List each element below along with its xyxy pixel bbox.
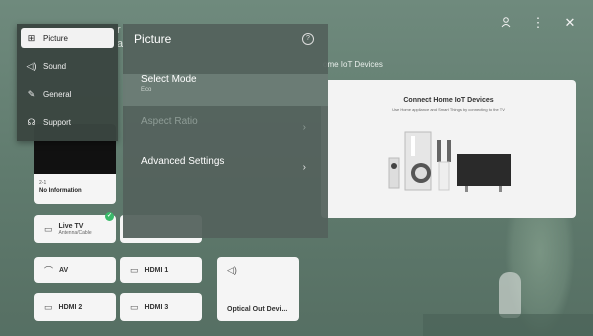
hdmi-icon: ▭ bbox=[130, 301, 139, 312]
hdmi1-tile[interactable]: ▭ HDMI 1 bbox=[120, 257, 202, 283]
wrench-icon: ✎ bbox=[27, 88, 36, 99]
hdmi-icon: ▭ bbox=[130, 264, 139, 275]
live-tv-tile[interactable]: ▭ Live TV Antenna/Cable ✓ bbox=[34, 212, 116, 243]
live-tv-label: Live TV bbox=[58, 222, 84, 230]
tv-icon: ▭ bbox=[44, 223, 53, 234]
menu-item-value: Eco bbox=[141, 87, 152, 93]
category-label: Picture bbox=[43, 33, 68, 43]
live-tv-text: Live TV Antenna/Cable bbox=[59, 223, 92, 236]
close-icon[interactable]: ✕ bbox=[563, 16, 577, 30]
iot-devices-illustration bbox=[388, 131, 511, 192]
support-icon: ☊ bbox=[27, 116, 36, 127]
stand-decor bbox=[423, 314, 593, 336]
hdmi2-label: HDMI 2 bbox=[58, 303, 83, 311]
category-label: General bbox=[43, 89, 72, 99]
optical-out-label: Optical Out Devi... bbox=[227, 306, 288, 313]
menu-item-label: Select Mode bbox=[141, 74, 197, 85]
hdmi2-tile[interactable]: ▭ HDMI 2 bbox=[34, 293, 116, 321]
top-bar: ⋮ ✕ bbox=[499, 16, 577, 30]
speaker-icon: ◁) bbox=[227, 265, 237, 275]
category-item-support[interactable]: ☊ Support bbox=[21, 112, 114, 132]
vase-decor bbox=[499, 272, 521, 318]
optical-out-tile[interactable]: ◁) Optical Out Devi... bbox=[217, 257, 299, 321]
hdmi3-tile[interactable]: ▭ HDMI 3 bbox=[120, 293, 202, 321]
av-icon: ⌒ bbox=[44, 265, 54, 276]
iot-card-title: Connect Home IoT Devices bbox=[403, 97, 494, 104]
live-tv-sublabel: Antenna/Cable bbox=[58, 229, 92, 236]
menu-item-advanced-settings[interactable]: Advanced Settings › bbox=[123, 156, 328, 188]
av-tile[interactable]: ⌒ AV bbox=[34, 257, 116, 283]
category-label: Support bbox=[43, 117, 72, 127]
hdmi-icon: ▭ bbox=[44, 301, 53, 312]
hdmi3-label: HDMI 3 bbox=[144, 303, 169, 311]
chevron-right-icon: › bbox=[302, 162, 306, 173]
more-vertical-icon[interactable]: ⋮ bbox=[531, 16, 545, 30]
settings-category-menu: ⊞ Picture ◁) Sound ✎ General ☊ Support bbox=[17, 24, 118, 141]
chevron-right-icon: › bbox=[302, 122, 306, 133]
panel-title: Picture bbox=[134, 32, 172, 46]
category-item-picture[interactable]: ⊞ Picture bbox=[21, 28, 114, 48]
user-icon[interactable] bbox=[499, 16, 513, 30]
menu-item-aspect-ratio[interactable]: Aspect Ratio › bbox=[123, 116, 328, 148]
iot-connect-card[interactable]: Connect Home IoT Devices Use Home applia… bbox=[321, 80, 576, 218]
help-icon[interactable]: ? bbox=[302, 33, 314, 45]
speaker-icon: ◁) bbox=[26, 60, 37, 71]
hdmi1-label: HDMI 1 bbox=[144, 266, 169, 274]
menu-item-label: Aspect Ratio bbox=[141, 116, 198, 127]
channel-number: 2-1 bbox=[39, 180, 47, 186]
menu-item-select-mode[interactable]: Select Mode Eco bbox=[123, 74, 328, 106]
category-label: Sound bbox=[43, 61, 67, 71]
menu-item-label: Advanced Settings bbox=[141, 156, 225, 167]
iot-card-subtitle: Use Home appliance and Smart Things by c… bbox=[392, 107, 505, 112]
picture-icon: ⊞ bbox=[27, 32, 36, 43]
category-item-general[interactable]: ✎ General bbox=[21, 84, 114, 104]
category-item-sound[interactable]: ◁) Sound bbox=[21, 56, 114, 76]
channel-info: No Information bbox=[39, 188, 82, 194]
iot-section-label: ome IoT Devices bbox=[323, 60, 383, 69]
check-badge-icon: ✓ bbox=[105, 212, 114, 221]
picture-settings-panel: Picture ? Select Mode Eco Aspect Ratio ›… bbox=[123, 24, 328, 238]
av-label: AV bbox=[59, 266, 69, 274]
